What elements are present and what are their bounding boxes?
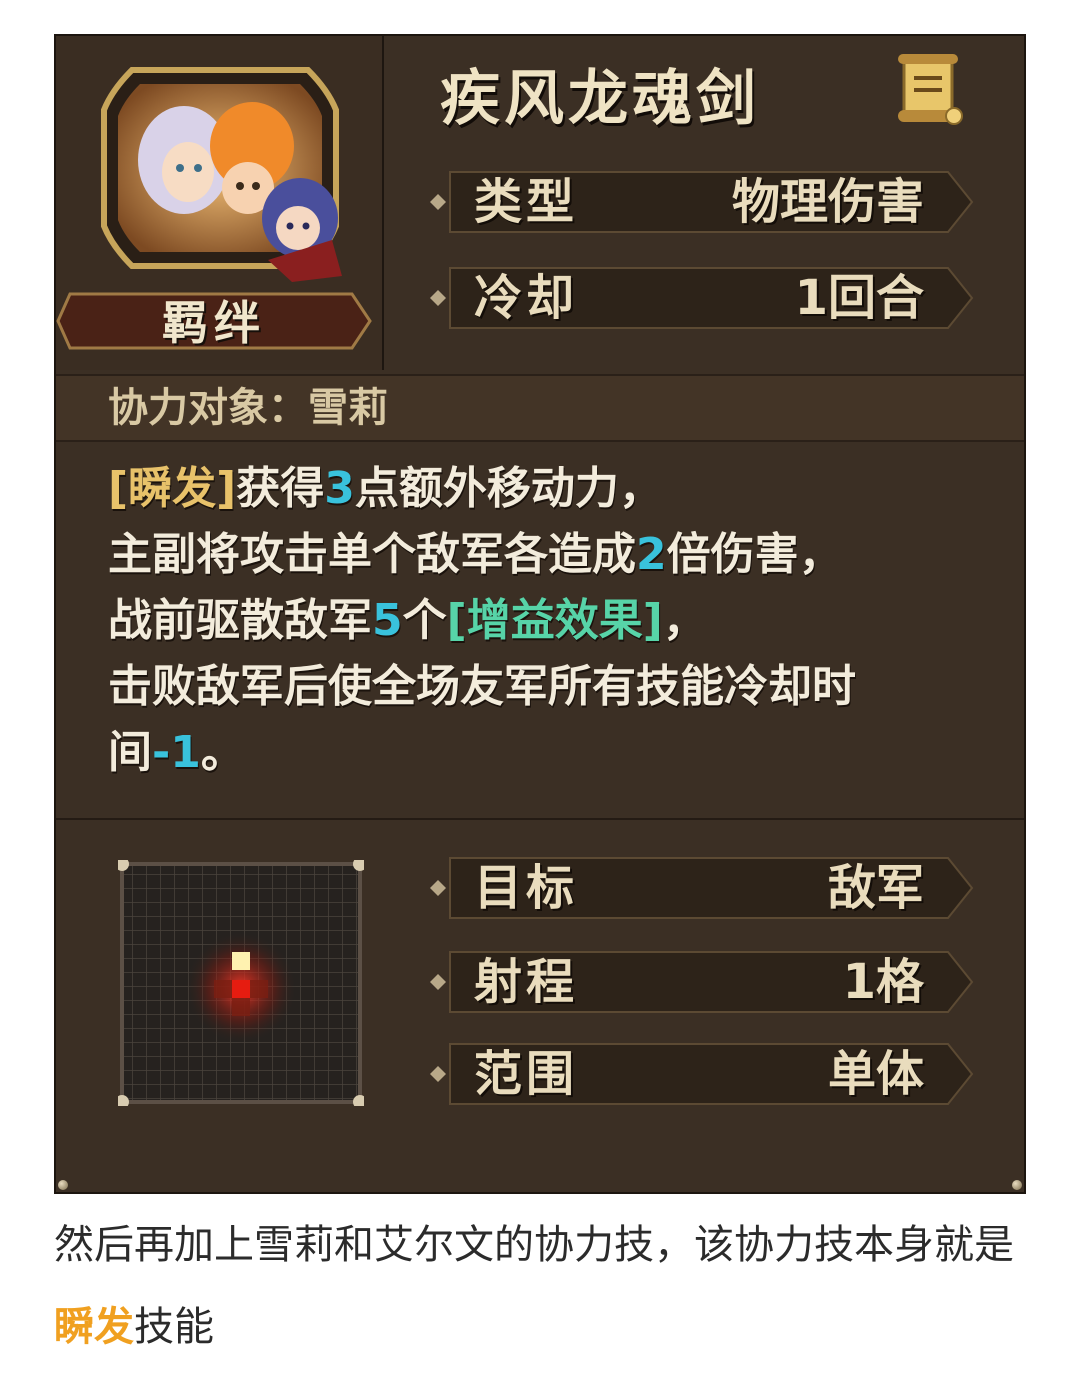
desc-text: 个 xyxy=(402,595,447,646)
stat-target: 目标 敌军 xyxy=(428,852,976,924)
stat-value: 敌军 xyxy=(827,860,924,916)
caption-highlight: 瞬发 xyxy=(54,1304,134,1350)
section-divider xyxy=(56,818,1024,820)
skill-description: [瞬发]获得3点额外移动力， 主副将攻击单个敌军各造成2倍伤害， 战前驱散敌军5… xyxy=(108,456,994,786)
desc-line: 主副将攻击单个敌军各造成2倍伤害， xyxy=(108,522,994,588)
corner-rivet xyxy=(1012,1180,1022,1190)
desc-line: [瞬发]获得3点额外移动力， xyxy=(108,456,994,522)
caption-text: 然后再加上雪莉和艾尔文的协力技，该协力技本身就是瞬发技能 xyxy=(54,1204,1026,1368)
stat-key: 冷却 xyxy=(474,270,579,326)
desc-line: 战前驱散敌军5个[增益效果]， xyxy=(108,588,994,654)
keyword-tag: [瞬发] xyxy=(108,463,237,514)
desc-number: 2 xyxy=(636,529,667,580)
corner-rivet xyxy=(58,1180,68,1190)
character-portrait xyxy=(101,67,342,282)
desc-text: 主副将攻击单个敌军各造成 xyxy=(108,529,636,580)
partner-row: 协力对象：雪莉 xyxy=(56,374,1024,442)
skill-header: 疾风龙魂剑 xyxy=(384,36,1024,138)
desc-number: 5 xyxy=(372,595,403,646)
desc-text: 点额外移动力， xyxy=(354,463,663,514)
stat-value: 单体 xyxy=(827,1046,924,1102)
stat-key: 目标 xyxy=(474,860,579,916)
bond-label: 羁绊 xyxy=(162,296,266,350)
stat-value: 1格 xyxy=(842,954,924,1010)
portrait-panel: 羁绊 xyxy=(56,36,384,370)
stat-range: 射程 1格 xyxy=(428,946,976,1018)
desc-text: ， xyxy=(662,595,707,646)
desc-number: 3 xyxy=(324,463,355,514)
buff-keyword: [增益效果] xyxy=(446,595,663,646)
stat-value: 1回合 xyxy=(794,270,924,326)
partner-label: 协力对象：雪莉 xyxy=(108,385,388,431)
desc-text: 获得 xyxy=(236,463,325,514)
stat-area: 范围 单体 xyxy=(428,1038,976,1110)
stat-key: 射程 xyxy=(474,954,579,1010)
stat-cooldown: 冷却 1回合 xyxy=(428,262,976,334)
skill-card: 羁绊 疾风龙魂剑 类型 物理伤害 冷却 1回合 协力对象：雪莉 [瞬发]获得3点… xyxy=(54,34,1026,1194)
caption-plain: 技能 xyxy=(134,1304,214,1350)
desc-text: 。 xyxy=(200,727,245,778)
scroll-icon[interactable] xyxy=(894,50,964,128)
stat-key: 范围 xyxy=(474,1046,579,1102)
caption-plain: 然后再加上雪莉和艾尔文的协力技，该协力技本身就是 xyxy=(54,1222,1014,1268)
range-grid xyxy=(118,860,364,1106)
desc-text: 间 xyxy=(108,727,152,778)
desc-line: 击败敌军后使全场友军所有技能冷却时 xyxy=(108,661,856,712)
stat-type: 类型 物理伤害 xyxy=(428,166,976,238)
desc-number: -1 xyxy=(152,727,201,778)
desc-text: 倍伤害， xyxy=(666,529,843,580)
skill-title: 疾风龙魂剑 xyxy=(440,64,760,134)
stat-key: 类型 xyxy=(474,174,579,230)
desc-text: 战前驱散敌军 xyxy=(108,595,372,646)
stat-value: 物理伤害 xyxy=(731,174,924,230)
desc-line: 间-1。 xyxy=(108,720,994,786)
